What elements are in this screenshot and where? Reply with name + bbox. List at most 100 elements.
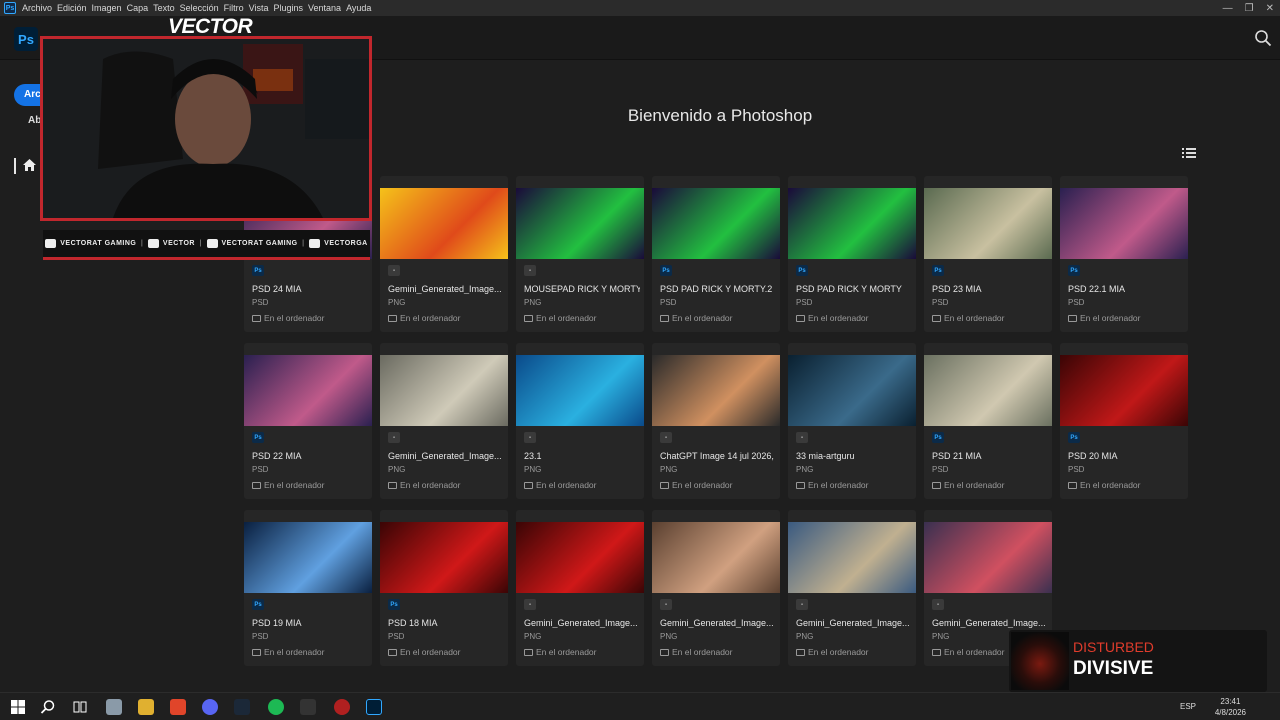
app-icon-1[interactable] xyxy=(106,699,122,715)
file-location: En el ordenador xyxy=(796,313,869,323)
menu-bar: Ps Archivo Edición Imagen Capa Texto Sel… xyxy=(0,0,1280,16)
computer-icon xyxy=(388,648,397,656)
spotify-icon[interactable] xyxy=(268,699,284,715)
file-name: ChatGPT Image 14 jul 2026, ... xyxy=(660,451,776,461)
file-card[interactable]: Ps PSD 22 MIA PSD En el ordenador xyxy=(244,343,372,499)
discord-icon[interactable] xyxy=(202,699,218,715)
ps-logo[interactable]: Ps xyxy=(14,27,38,51)
file-location: En el ordenador xyxy=(388,480,461,490)
file-explorer-icon[interactable] xyxy=(138,699,154,715)
menu-filtro[interactable]: Filtro xyxy=(224,3,249,13)
file-card[interactable]: Ps PSD 19 MIA PSD En el ordenador xyxy=(244,510,372,666)
file-thumbnail xyxy=(380,355,508,426)
file-type: PNG xyxy=(388,465,406,474)
file-card[interactable]: Ps PSD 22.1 MIA PSD En el ordenador xyxy=(1060,176,1188,332)
menu-vista[interactable]: Vista xyxy=(249,3,274,13)
file-location: En el ordenador xyxy=(388,313,461,323)
language-indicator[interactable]: ESP xyxy=(1180,702,1196,711)
menu-ayuda[interactable]: Ayuda xyxy=(346,3,376,13)
welcome-title: Bienvenido a Photoshop xyxy=(627,106,813,125)
brave-browser-icon[interactable] xyxy=(170,699,186,715)
file-card[interactable]: ▪ Gemini_Generated_Image... PNG En el orden… xyxy=(380,176,508,332)
file-card[interactable]: ▪ 23.1 PNG En el ordenador xyxy=(516,343,644,499)
ps-app-icon: Ps xyxy=(4,2,16,14)
file-card[interactable]: ▪ Gemini_Generated_Image... PNG En el orden… xyxy=(652,510,780,666)
file-card[interactable]: Ps PSD 20 MIA PSD En el ordenador xyxy=(1060,343,1188,499)
windows-start-icon[interactable] xyxy=(10,699,26,715)
file-thumbnail xyxy=(788,522,916,593)
file-type: PSD xyxy=(932,298,949,307)
list-view-icon[interactable] xyxy=(1182,147,1196,159)
file-name: PSD 23 MIA xyxy=(932,284,982,294)
file-name: Gemini_Generated_Image... xyxy=(524,618,638,628)
home-icon xyxy=(23,159,36,171)
image-file-icon: ▪ xyxy=(524,599,536,610)
file-card[interactable]: Ps PSD 21 MIA PSD En el ordenador xyxy=(924,343,1052,499)
search-taskbar-icon[interactable] xyxy=(40,699,56,715)
social-twitter: VECTORAT GAMING xyxy=(206,239,298,248)
maximize-icon[interactable]: ❐ xyxy=(1245,3,1254,14)
file-location: En el ordenador xyxy=(524,480,597,490)
app-icon-3[interactable] xyxy=(334,699,350,715)
file-card[interactable]: ▪ ChatGPT Image 14 jul 2026, ... PNG En el … xyxy=(652,343,780,499)
search-icon[interactable] xyxy=(1254,29,1272,47)
file-location: En el ordenador xyxy=(388,647,461,657)
file-thumbnail xyxy=(652,355,780,426)
close-icon[interactable]: ✕ xyxy=(1266,3,1274,14)
file-card[interactable]: ▪ Gemini_Generated_Image... PNG En el orden… xyxy=(516,510,644,666)
youtube-icon xyxy=(45,239,57,248)
menu-archivo[interactable]: Archivo xyxy=(22,3,57,13)
clock[interactable]: 23:41 4/8/2026 xyxy=(1215,696,1246,718)
computer-icon xyxy=(388,314,397,322)
file-location: En el ordenador xyxy=(524,313,597,323)
menu-capa[interactable]: Capa xyxy=(127,3,154,13)
computer-icon xyxy=(524,314,533,322)
menu-ventana[interactable]: Ventana xyxy=(308,3,346,13)
file-thumbnail xyxy=(516,188,644,259)
file-card[interactable]: Ps PSD PAD RICK Y MORTY PSD En el ordenador xyxy=(788,176,916,332)
file-card[interactable]: Ps PSD PAD RICK Y MORTY.2 PSD En el ordenad… xyxy=(652,176,780,332)
file-card[interactable]: ▪ Gemini_Generated_Image... PNG En el orden… xyxy=(380,343,508,499)
file-location: En el ordenador xyxy=(796,480,869,490)
image-file-icon: ▪ xyxy=(660,432,672,443)
task-view-icon[interactable] xyxy=(72,699,88,715)
file-location: En el ordenador xyxy=(524,647,597,657)
psd-file-icon: Ps xyxy=(252,599,264,610)
file-card[interactable]: Ps PSD 18 MIA PSD En el ordenador xyxy=(380,510,508,666)
file-thumbnail xyxy=(788,355,916,426)
computer-icon xyxy=(524,481,533,489)
file-type: PNG xyxy=(388,298,406,307)
webcam-image xyxy=(43,39,369,218)
twitter-icon xyxy=(206,239,218,248)
file-name: PSD 20 MIA xyxy=(1068,451,1118,461)
menu-edicion[interactable]: Edición xyxy=(57,3,92,13)
file-name: PSD 19 MIA xyxy=(252,618,302,628)
steam-icon[interactable] xyxy=(234,699,250,715)
file-name: PSD 18 MIA xyxy=(388,618,438,628)
menu-seleccion[interactable]: Selección xyxy=(180,3,224,13)
file-card[interactable]: ▪ Gemini_Generated_Image... PNG En el orden… xyxy=(788,510,916,666)
now-playing-artist: DISTURBED xyxy=(1073,639,1154,655)
photoshop-taskbar-icon[interactable] xyxy=(366,699,382,715)
menu-texto[interactable]: Texto xyxy=(153,3,180,13)
file-name: Gemini_Generated_Image... xyxy=(388,451,502,461)
file-card[interactable]: ▪ MOUSEPAD RICK Y MORTY... PNG En el ordena… xyxy=(516,176,644,332)
file-location: En el ordenador xyxy=(252,313,325,323)
file-type: PNG xyxy=(796,632,814,641)
file-card[interactable]: ▪ 33 mia-artguru PNG En el ordenador xyxy=(788,343,916,499)
app-icon-2[interactable] xyxy=(300,699,316,715)
menu-plugins[interactable]: Plugins xyxy=(274,3,309,13)
instagram-icon xyxy=(309,239,321,248)
now-playing-widget: DISTURBED DIVISIVE xyxy=(1009,630,1267,692)
minimize-icon[interactable]: — xyxy=(1223,3,1233,14)
file-location: En el ordenador xyxy=(796,647,869,657)
image-file-icon: ▪ xyxy=(796,599,808,610)
file-thumbnail xyxy=(924,522,1052,593)
file-name: PSD 22.1 MIA xyxy=(1068,284,1126,294)
file-card[interactable]: Ps PSD 23 MIA PSD En el ordenador xyxy=(924,176,1052,332)
computer-icon xyxy=(252,314,261,322)
file-name: MOUSEPAD RICK Y MORTY... xyxy=(524,284,640,294)
computer-icon xyxy=(660,481,669,489)
file-type: PNG xyxy=(524,632,542,641)
menu-imagen[interactable]: Imagen xyxy=(92,3,127,13)
